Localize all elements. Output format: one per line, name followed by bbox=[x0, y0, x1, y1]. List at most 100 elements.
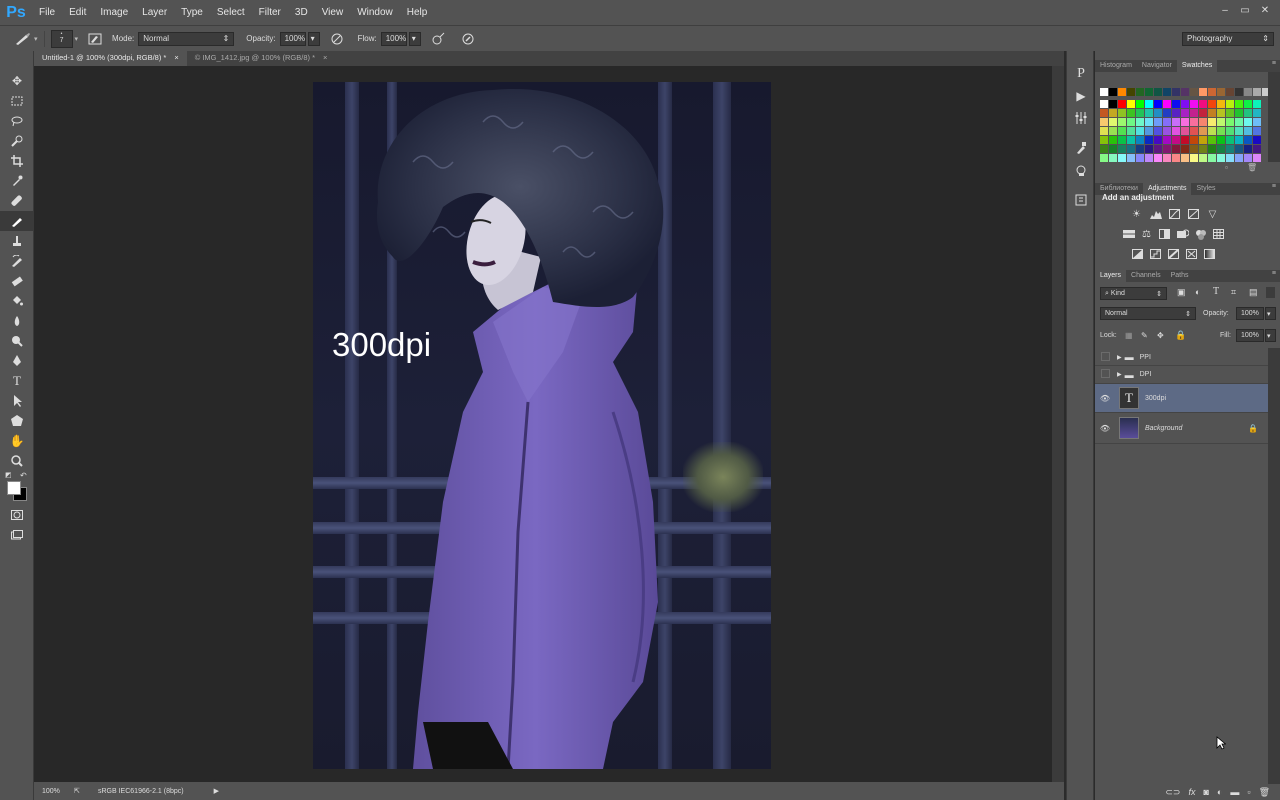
opacity-input[interactable]: 100% bbox=[279, 31, 306, 46]
swatch[interactable] bbox=[1226, 145, 1234, 153]
swatch[interactable] bbox=[1172, 136, 1180, 144]
swatch[interactable] bbox=[1208, 145, 1216, 153]
play-actions-icon[interactable]: ▶ bbox=[1067, 85, 1095, 107]
libraries-icon[interactable]: P bbox=[1067, 63, 1095, 85]
swatch[interactable] bbox=[1163, 127, 1171, 135]
swatch[interactable] bbox=[1253, 88, 1261, 96]
swatch[interactable] bbox=[1127, 118, 1135, 126]
swatch[interactable] bbox=[1235, 154, 1243, 162]
layer-style-icon[interactable]: fx bbox=[1188, 787, 1195, 797]
brush-tool-preset-icon[interactable] bbox=[12, 30, 34, 48]
brush-panel-toggle-icon[interactable] bbox=[84, 30, 106, 48]
new-adjustment-icon[interactable]: ◐ bbox=[1217, 787, 1222, 797]
swatch[interactable] bbox=[1226, 154, 1234, 162]
blend-mode-select[interactable]: Normal ⇕ bbox=[1100, 307, 1196, 320]
swatch[interactable] bbox=[1136, 145, 1144, 153]
swatch[interactable] bbox=[1181, 136, 1189, 144]
swatch[interactable] bbox=[1253, 118, 1261, 126]
swatch[interactable] bbox=[1208, 109, 1216, 117]
swatch[interactable] bbox=[1163, 109, 1171, 117]
brush-dropdown-arrow-icon[interactable]: ▾ bbox=[75, 35, 79, 43]
brush-size-picker[interactable]: • 7 bbox=[50, 29, 73, 48]
swatch[interactable] bbox=[1226, 136, 1234, 144]
visibility-toggle[interactable] bbox=[1095, 369, 1115, 380]
swatch[interactable] bbox=[1253, 154, 1261, 162]
swatch[interactable] bbox=[1145, 136, 1153, 144]
status-menu-arrow-icon[interactable]: ▶ bbox=[214, 787, 219, 795]
swatch[interactable] bbox=[1181, 154, 1189, 162]
swatch[interactable] bbox=[1154, 100, 1162, 108]
swatch[interactable] bbox=[1217, 154, 1225, 162]
menu-select[interactable]: Select bbox=[210, 7, 252, 18]
panel-menu-icon[interactable]: ≡ bbox=[1268, 183, 1280, 195]
healing-brush-tool-icon[interactable] bbox=[0, 191, 34, 211]
swatch[interactable] bbox=[1190, 145, 1198, 153]
swatch[interactable] bbox=[1244, 118, 1252, 126]
filter-pixel-icon[interactable]: ▣ bbox=[1177, 287, 1186, 298]
lock-image-icon[interactable]: ✎ bbox=[1141, 331, 1148, 340]
swatch[interactable] bbox=[1181, 118, 1189, 126]
new-layer-icon[interactable]: ▫ bbox=[1247, 787, 1250, 797]
tab-paths[interactable]: Paths bbox=[1166, 270, 1194, 282]
brush-tool-icon[interactable] bbox=[0, 211, 34, 231]
default-colors-icon[interactable]: ◩ bbox=[5, 471, 12, 479]
menu-help[interactable]: Help bbox=[400, 7, 435, 18]
fill-slider[interactable]: ▾ bbox=[1265, 329, 1276, 342]
quick-selection-tool-icon[interactable] bbox=[0, 131, 34, 151]
swatch[interactable] bbox=[1145, 88, 1153, 96]
history-icon[interactable] bbox=[1067, 189, 1095, 211]
crop-tool-icon[interactable] bbox=[0, 151, 34, 171]
mode-select[interactable]: Normal ⇕ bbox=[138, 31, 235, 46]
swatch[interactable] bbox=[1118, 118, 1126, 126]
marquee-tool-icon[interactable] bbox=[0, 91, 34, 111]
menu-filter[interactable]: Filter bbox=[252, 7, 288, 18]
vibrance-icon[interactable]: ▽ bbox=[1206, 209, 1219, 220]
swatch[interactable] bbox=[1181, 127, 1189, 135]
swatch[interactable] bbox=[1100, 100, 1108, 108]
swatch[interactable] bbox=[1154, 118, 1162, 126]
expand-arrow-icon[interactable]: ▶ bbox=[1117, 354, 1122, 361]
menu-image[interactable]: Image bbox=[93, 7, 135, 18]
swatch[interactable] bbox=[1145, 154, 1153, 162]
fill-input[interactable]: 100% bbox=[1236, 329, 1264, 342]
swatch[interactable] bbox=[1136, 100, 1144, 108]
swatch[interactable] bbox=[1235, 136, 1243, 144]
expand-arrow-icon[interactable]: ▶ bbox=[1117, 371, 1122, 378]
swatch[interactable] bbox=[1127, 127, 1135, 135]
swatch[interactable] bbox=[1217, 118, 1225, 126]
curves-icon[interactable] bbox=[1168, 209, 1181, 220]
swatch[interactable] bbox=[1136, 118, 1144, 126]
gradient-map-icon[interactable] bbox=[1203, 249, 1216, 260]
swatch[interactable] bbox=[1127, 145, 1135, 153]
swatch[interactable] bbox=[1190, 109, 1198, 117]
swatch[interactable] bbox=[1190, 118, 1198, 126]
exposure-icon[interactable] bbox=[1187, 209, 1200, 220]
swatch[interactable] bbox=[1118, 100, 1126, 108]
eyedropper-tool-icon[interactable] bbox=[0, 171, 34, 191]
black-white-icon[interactable] bbox=[1158, 229, 1171, 240]
posterize-icon[interactable] bbox=[1149, 249, 1162, 260]
swatch[interactable] bbox=[1190, 136, 1198, 144]
swatch[interactable] bbox=[1253, 109, 1261, 117]
move-tool-icon[interactable]: ✥ bbox=[0, 71, 34, 91]
swatch[interactable] bbox=[1163, 88, 1171, 96]
swatch[interactable] bbox=[1199, 118, 1207, 126]
swatch[interactable] bbox=[1235, 127, 1243, 135]
filter-shape-icon[interactable]: ⌗ bbox=[1231, 287, 1236, 298]
document-canvas-image[interactable]: 300dpi bbox=[313, 82, 771, 769]
swatch[interactable] bbox=[1244, 127, 1252, 135]
layer-opacity-slider[interactable]: ▾ bbox=[1265, 307, 1276, 320]
menu-view[interactable]: View bbox=[315, 7, 351, 18]
swatch[interactable] bbox=[1154, 136, 1162, 144]
swatch[interactable] bbox=[1208, 118, 1216, 126]
new-group-icon[interactable]: ▬ bbox=[1230, 787, 1239, 797]
invert-icon[interactable] bbox=[1131, 249, 1144, 260]
swatch[interactable] bbox=[1172, 145, 1180, 153]
menu-3d[interactable]: 3D bbox=[288, 7, 315, 18]
link-layers-icon[interactable]: ⊂⊃ bbox=[1165, 787, 1180, 798]
menu-edit[interactable]: Edit bbox=[62, 7, 93, 18]
channel-mixer-icon[interactable] bbox=[1194, 229, 1207, 240]
swatch[interactable] bbox=[1244, 145, 1252, 153]
swatch[interactable] bbox=[1172, 88, 1180, 96]
swatch[interactable] bbox=[1145, 127, 1153, 135]
